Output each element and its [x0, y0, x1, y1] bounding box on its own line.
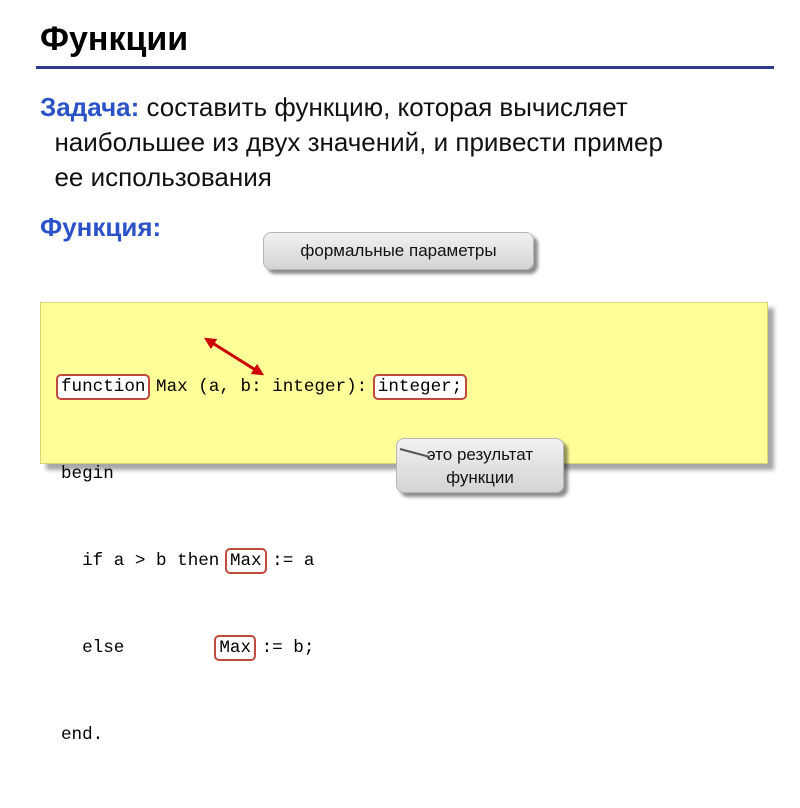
- code-line-5: end.: [61, 725, 104, 745]
- task-line-3: ее использования: [40, 162, 272, 192]
- callout-result-line-2: функции: [446, 468, 514, 487]
- function-label: Функция:: [40, 212, 162, 242]
- function-name: Max: [156, 377, 188, 397]
- keyword-function-highlight: function: [56, 374, 151, 400]
- max-assign-highlight-2: Max: [214, 635, 257, 661]
- task-text: Задача: составить функцию, которая вычис…: [40, 90, 740, 195]
- callout-function-result: это результат функции: [396, 438, 564, 493]
- callout-result-line-1: это результат: [426, 445, 534, 464]
- callout-formal-parameters: формальные параметры: [263, 232, 534, 270]
- title-underline: [36, 66, 774, 69]
- code-line-4-pre: else: [61, 638, 220, 658]
- task-line-2: наибольшее из двух значений, и привести …: [40, 127, 663, 157]
- code-line-3: if a > b then Max := a: [61, 547, 462, 576]
- code-line-3-pre: if a > b then: [61, 551, 230, 571]
- task-line-1-text: составить функцию, которая вычисляет: [139, 92, 628, 122]
- code-line-4: else Max := b;: [61, 634, 462, 663]
- task-line-1: Задача: составить функцию, которая вычис…: [40, 90, 740, 125]
- code-line-1: function Max (a, b: integer): integer;: [56, 373, 468, 402]
- code-listing: function Max (a, b: integer): integer; b…: [56, 315, 468, 808]
- slide-title: Функции: [40, 20, 189, 58]
- function-params: (a, b: integer):: [187, 377, 368, 397]
- return-type-highlight: integer;: [372, 374, 468, 400]
- task-label: Задача:: [40, 92, 140, 122]
- code-line-4-post: := b;: [251, 638, 315, 658]
- max-assign-highlight-1: Max: [224, 548, 267, 574]
- code-line-3-post: := a: [261, 551, 315, 571]
